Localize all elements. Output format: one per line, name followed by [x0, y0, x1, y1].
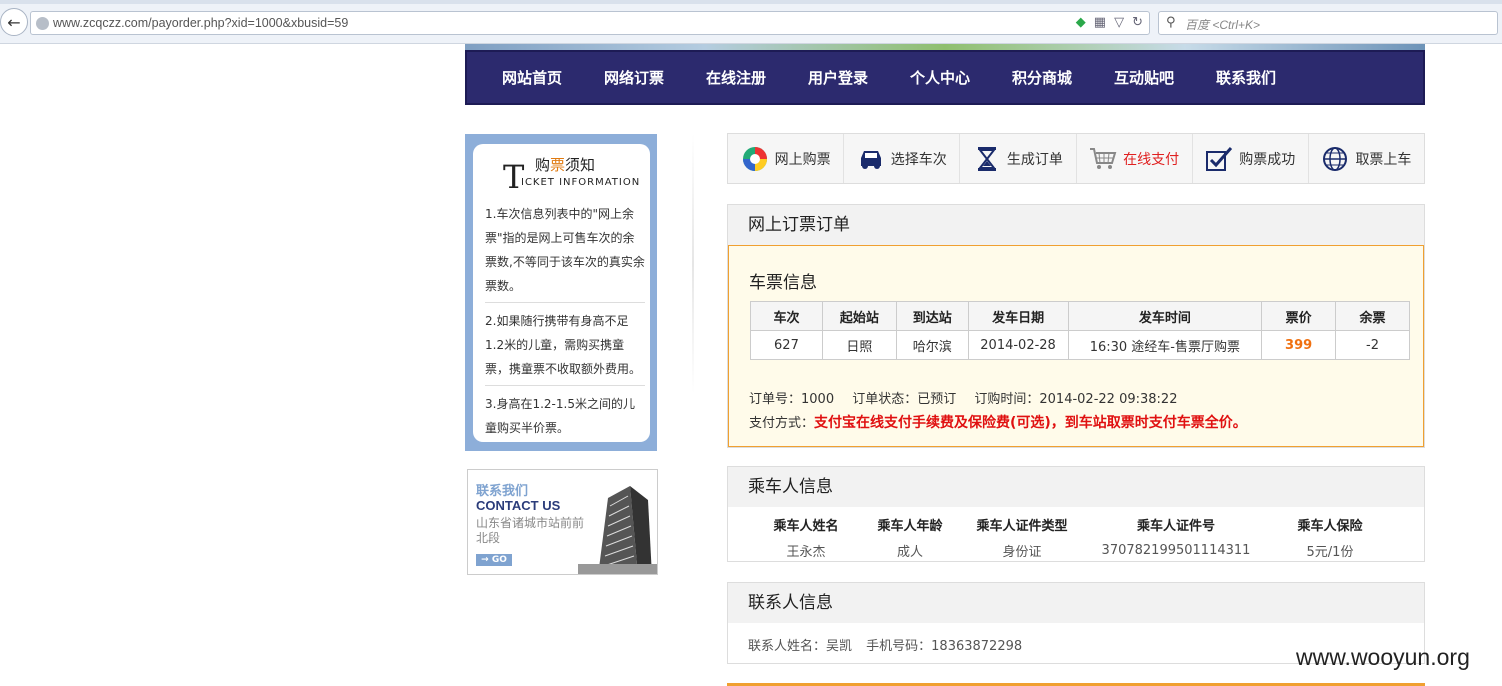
globe-icon [1321, 145, 1349, 173]
booking-steps: 网上购票 选择车次 生成订单 在线支付 购票成功 取票上车 [727, 133, 1425, 184]
dropdown-icon[interactable]: ▽ [1114, 15, 1124, 30]
table-header-row: 车次 起始站 到达站 发车日期 发车时间 票价 余票 [750, 301, 1410, 331]
notice-item: 2.如果随行携带有身高不足1.2米的儿童，需购买携童票，携童票不收取额外费用。 [485, 309, 645, 386]
color-wheel-icon [741, 145, 769, 173]
table-row: 王永杰 成人 身份证 370782199501114311 5元/1份 [786, 542, 1354, 560]
nav-online-booking[interactable]: 网络订票 [583, 67, 685, 88]
back-button[interactable]: ← [0, 8, 28, 36]
ticket-price: 399 [1261, 330, 1337, 360]
step-purchase-success: 购票成功 [1193, 134, 1309, 183]
order-status: 订单状态：已预订 [852, 392, 957, 407]
contact-us-banner[interactable]: 联系我们 CONTACT US 山东省诸城市站前前北段 → GO [467, 469, 658, 575]
ticket-notice-box: T 购票须知 ICKET INFORMATION 1.车次信息列表中的"网上余票… [465, 134, 657, 451]
building-image [578, 486, 657, 574]
car-icon [857, 145, 885, 173]
col-from: 起始站 [821, 301, 897, 331]
col-price: 票价 [1261, 301, 1337, 331]
tab-strip [0, 0, 1502, 4]
col-to: 到达站 [895, 301, 969, 331]
nav-user-center[interactable]: 个人中心 [889, 67, 991, 88]
contact-heading: 联系人信息 [728, 583, 1424, 623]
notice-item: 3.身高在1.2-1.5米之间的儿童购买半价票。 [485, 397, 635, 435]
notice-list: 1.车次信息列表中的"网上余票"指的是网上可售车次的余票数,不等同于该车次的真实… [485, 202, 645, 450]
nav-register[interactable]: 在线注册 [685, 67, 787, 88]
go-button[interactable]: → GO [476, 554, 512, 566]
main-nav: 网站首页 网络订票 在线注册 用户登录 个人中心 积分商城 互动贴吧 联系我们 [465, 50, 1425, 105]
order-time: 订购时间：2014-02-22 09:38:22 [974, 392, 1178, 407]
table-header-row: 乘车人姓名 乘车人年龄 乘车人证件类型 乘车人证件号 乘车人保险 [773, 518, 1363, 534]
qr-code-icon[interactable]: ▦ [1094, 15, 1106, 30]
order-meta: 订单号：1000 订单状态：已预订 订购时间：2014-02-22 09:38:… [749, 388, 1191, 407]
search-input[interactable]: ⚲ 百度 <Ctrl+K> [1158, 11, 1498, 35]
contact-name: 联系人姓名：吴凯 [748, 639, 853, 654]
contact-info: 联系人姓名：吴凯 手机号码：18363872298 [748, 635, 1032, 654]
globe-icon [36, 17, 49, 30]
search-icon: ⚲ [1166, 15, 1176, 30]
checkbox-icon [1205, 145, 1233, 173]
hourglass-icon [973, 145, 1001, 173]
shield-icon[interactable]: ◆ [1076, 15, 1086, 30]
step-generate-order: 生成订单 [960, 134, 1077, 183]
address-bar[interactable]: www.zcqczz.com/payorder.php?xid=1000&xbu… [30, 11, 1150, 35]
contact-phone: 手机号码：18363872298 [866, 639, 1023, 654]
order-number: 订单号：1000 [749, 392, 835, 407]
url-text: www.zcqczz.com/payorder.php?xid=1000&xbu… [53, 16, 349, 30]
passenger-panel: 乘车人信息 乘车人姓名 乘车人年龄 乘车人证件类型 乘车人证件号 乘车人保险 王… [727, 466, 1425, 562]
col-date: 发车日期 [967, 301, 1069, 331]
col-train: 车次 [750, 301, 823, 331]
step-pickup-board: 取票上车 [1309, 134, 1424, 183]
ticket-info-title: 车票信息 [749, 273, 817, 293]
step-select-train: 选择车次 [844, 134, 961, 183]
search-placeholder: 百度 <Ctrl+K> [1185, 18, 1261, 32]
nav-contact[interactable]: 联系我们 [1195, 67, 1297, 88]
browser-toolbar: ← www.zcqczz.com/payorder.php?xid=1000&x… [0, 0, 1502, 44]
passenger-table: 乘车人姓名 乘车人年龄 乘车人证件类型 乘车人证件号 乘车人保险 王永杰 成人 … [758, 511, 1390, 563]
notice-item: 1.车次信息列表中的"网上余票"指的是网上可售车次的余票数,不等同于该车次的真实… [485, 202, 645, 303]
col-remaining: 余票 [1335, 301, 1410, 331]
ticket-table: 车次 起始站 到达站 发车日期 发车时间 票价 余票 627 日照 哈尔滨 20… [750, 301, 1410, 360]
passenger-heading: 乘车人信息 [728, 467, 1424, 507]
payment-method: 支付方式：支付宝在线支付手续费及保险费(可选)，到车站取票时支付车票全价。 [749, 415, 1247, 431]
cart-icon [1089, 145, 1117, 173]
step-buy-online: 网上购票 [728, 134, 845, 183]
back-arrow-icon: ← [7, 12, 21, 32]
nav-forum[interactable]: 互动贴吧 [1093, 67, 1195, 88]
reload-icon[interactable]: ↻ [1132, 15, 1143, 30]
col-time: 发车时间 [1067, 301, 1263, 331]
step-online-payment: 在线支付 [1077, 134, 1193, 183]
table-row: 627 日照 哈尔滨 2014-02-28 16:30 途经车-售票厅购票 39… [750, 330, 1410, 360]
nav-home[interactable]: 网站首页 [481, 67, 583, 88]
nav-points-mall[interactable]: 积分商城 [991, 67, 1093, 88]
payment-note: 支付宝在线支付手续费及保险费(可选)，到车站取票时支付车票全价。 [814, 415, 1247, 431]
order-panel: 网上订票订单 车票信息 车次 起始站 到达站 发车日期 发车时间 票价 余票 6… [727, 204, 1425, 448]
column-divider [692, 134, 694, 394]
ticket-info-box: 车票信息 车次 起始站 到达站 发车日期 发车时间 票价 余票 627 日照 哈… [728, 245, 1424, 447]
order-heading: 网上订票订单 [728, 205, 1424, 245]
watermark: www.wooyun.org [1296, 644, 1470, 670]
nav-login[interactable]: 用户登录 [787, 67, 889, 88]
